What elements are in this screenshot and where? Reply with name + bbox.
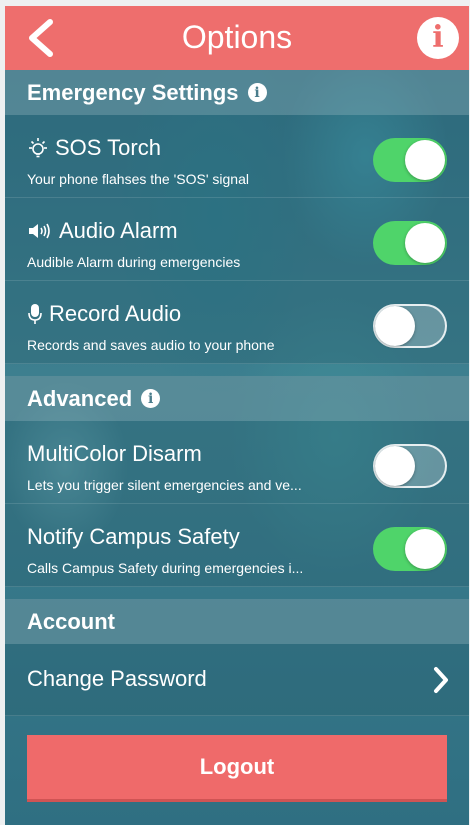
setting-description: Calls Campus Safety during emergencies i…	[27, 560, 304, 576]
nav-bar: Options i	[5, 6, 469, 70]
section-header-account: Account	[5, 599, 469, 644]
toggle-knob	[405, 223, 445, 263]
options-screen: Options i Emergency Settings i SOS Torch…	[5, 6, 469, 825]
setting-title: Notify Campus Safety	[27, 524, 240, 550]
setting-row-multicolor-disarm: MultiColor Disarm Lets you trigger silen…	[5, 421, 469, 504]
info-button[interactable]: i	[417, 17, 459, 59]
setting-title: SOS Torch	[27, 135, 161, 161]
setting-title: Record Audio	[27, 301, 181, 327]
setting-title: Change Password	[27, 666, 207, 692]
toggle-knob	[405, 140, 445, 180]
chevron-right-icon	[434, 667, 448, 693]
microphone-icon	[27, 303, 43, 325]
audio-alarm-toggle[interactable]	[373, 221, 447, 265]
section-title: Account	[27, 608, 115, 634]
setting-description: Records and saves audio to your phone	[27, 337, 275, 353]
change-password-row[interactable]: Change Password	[5, 644, 469, 716]
info-icon[interactable]: i	[141, 389, 161, 408]
multicolor-disarm-toggle[interactable]	[373, 444, 447, 488]
setting-description: Lets you trigger silent emergencies and …	[27, 477, 302, 493]
section-title: Advanced	[27, 385, 133, 411]
change-password-label: Change Password	[27, 666, 207, 691]
record-audio-toggle[interactable]	[373, 304, 447, 348]
logout-button[interactable]: Logout	[27, 735, 447, 802]
setting-label: Record Audio	[49, 301, 182, 326]
setting-label: MultiColor Disarm	[27, 441, 202, 466]
setting-row-audio-alarm: Audio Alarm Audible Alarm during emergen…	[5, 198, 469, 281]
setting-row-record-audio: Record Audio Records and saves audio to …	[5, 281, 469, 364]
page-title: Options	[181, 19, 293, 55]
section-title: Emergency Settings	[27, 79, 239, 105]
notify-campus-safety-toggle[interactable]	[373, 527, 447, 571]
setting-description: Your phone flahses the 'SOS' signal	[27, 171, 249, 187]
info-icon[interactable]: i	[247, 83, 267, 102]
setting-row-sos-torch: SOS Torch Your phone flahses the 'SOS' s…	[5, 115, 469, 198]
setting-label: Notify Campus Safety	[27, 524, 240, 549]
section-header-emergency: Emergency Settings i	[5, 70, 469, 115]
setting-label: Audio Alarm	[59, 218, 178, 243]
bulb-icon	[27, 137, 49, 159]
info-icon: i	[432, 20, 444, 55]
setting-label: SOS Torch	[55, 135, 161, 160]
speaker-icon	[27, 221, 53, 241]
toggle-knob	[405, 529, 445, 569]
sos-torch-toggle[interactable]	[373, 138, 447, 182]
setting-description: Audible Alarm during emergencies	[27, 254, 241, 270]
section-header-advanced: Advanced i	[5, 376, 469, 421]
setting-row-notify-campus-safety: Notify Campus Safety Calls Campus Safety…	[5, 504, 469, 587]
setting-title: MultiColor Disarm	[27, 441, 202, 467]
toggle-knob	[375, 306, 415, 346]
toggle-knob	[375, 446, 415, 486]
setting-title: Audio Alarm	[27, 218, 178, 244]
